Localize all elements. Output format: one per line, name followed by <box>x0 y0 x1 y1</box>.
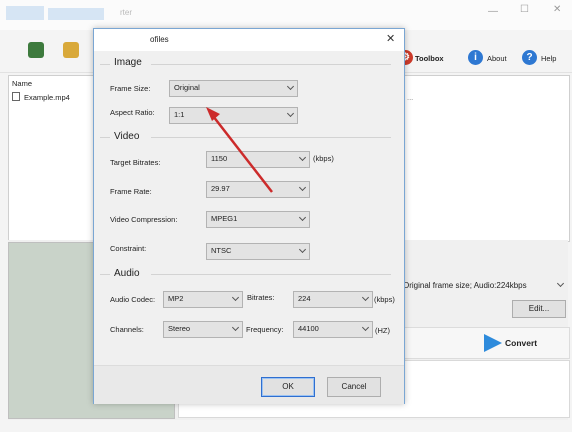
arrow-head <box>206 107 220 121</box>
arrow-shaft <box>212 115 273 193</box>
annotation-arrow <box>206 107 273 193</box>
